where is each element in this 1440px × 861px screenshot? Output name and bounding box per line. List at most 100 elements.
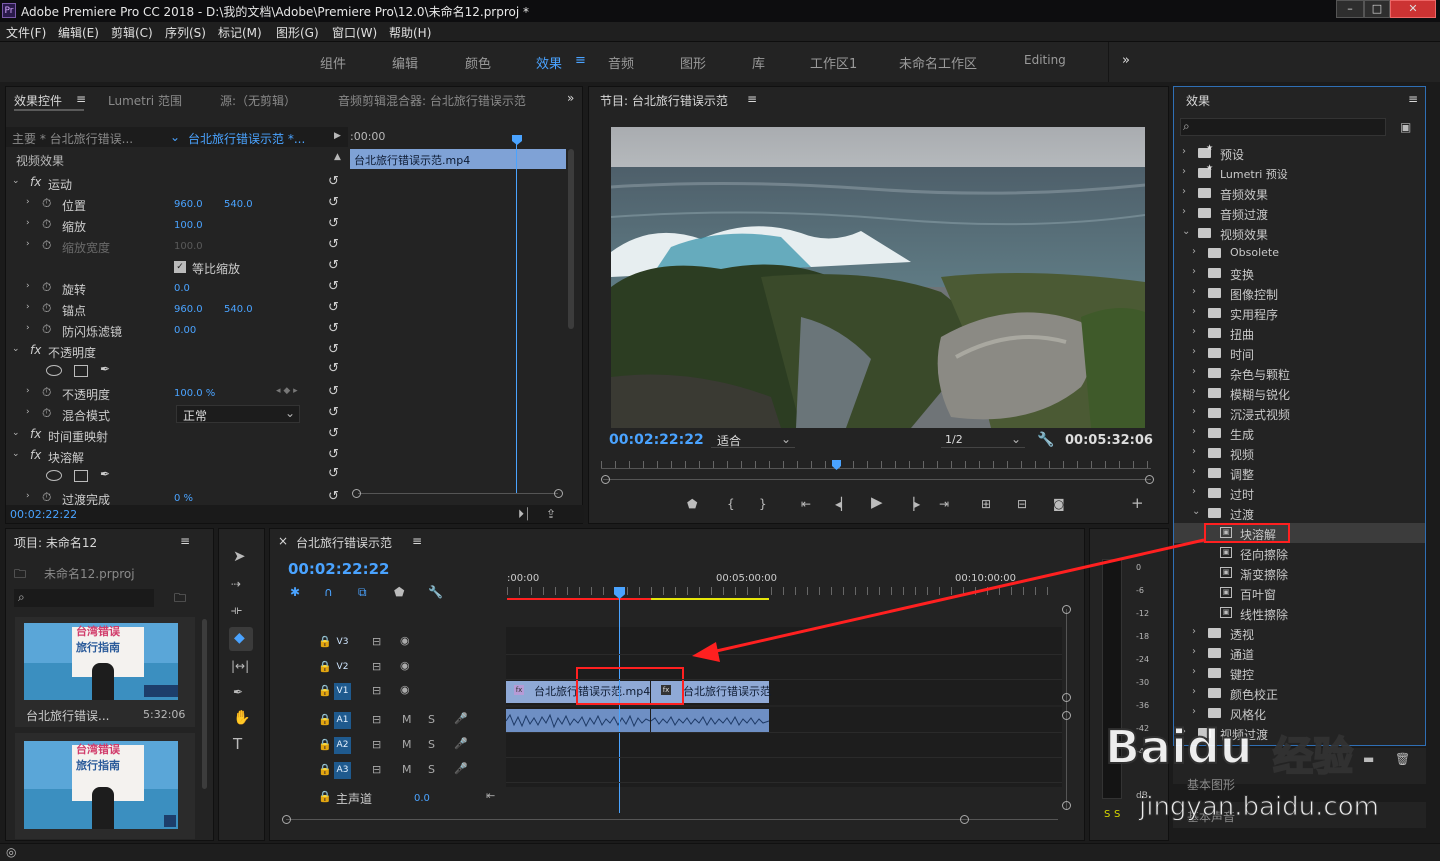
essential-graphics-tab[interactable]: 基本图形 xyxy=(1187,776,1235,793)
effects-title[interactable]: 效果 xyxy=(1186,92,1210,109)
chevron-right-icon[interactable]: › xyxy=(1192,686,1196,697)
chevron-right-icon[interactable]: › xyxy=(1192,266,1196,277)
maximize-button[interactable]: □ xyxy=(1364,0,1390,18)
sync-lock-icon[interactable]: ⊟ xyxy=(372,660,381,673)
menu-edit[interactable]: 编辑(E) xyxy=(58,24,99,41)
pen-mask-icon[interactable]: ✒ xyxy=(100,467,110,481)
program-video-frame[interactable] xyxy=(611,127,1145,428)
play-icon[interactable]: ▶ xyxy=(871,495,883,510)
project-title[interactable]: 项目: 未命名12 xyxy=(14,534,97,551)
keyframe-nav-icon[interactable]: ◂ ◆ ▸ xyxy=(276,386,298,396)
ec-row[interactable]: › ⏱ 混合模式 正常 ⌄ ↺ xyxy=(6,404,348,424)
mute-icon[interactable]: M xyxy=(402,763,412,776)
effects-tree-item[interactable]: ⌄ 视频效果 xyxy=(1174,223,1425,243)
audio-clip-1[interactable] xyxy=(506,709,650,733)
effects-tree-item[interactable]: › 透视 xyxy=(1174,623,1425,643)
stopwatch-icon[interactable]: ⏱ xyxy=(42,385,51,400)
snap-nest-icon[interactable]: ✱ xyxy=(290,585,300,599)
lock-icon[interactable]: 🔒 xyxy=(318,635,332,648)
stopwatch-icon[interactable]: ⏱ xyxy=(42,280,51,295)
master-clip-label[interactable]: 主要 * 台北旅行错误... xyxy=(12,130,133,147)
effects-menu-icon[interactable]: ≡ xyxy=(1408,92,1418,106)
effects-tree-item[interactable]: ▣ 线性擦除 xyxy=(1174,603,1425,623)
pen-mask-icon[interactable]: ✒ xyxy=(100,362,110,376)
stopwatch-icon[interactable]: ⏱ xyxy=(42,238,51,253)
workspace-assembly[interactable]: 组件 xyxy=(320,53,346,72)
lock-icon[interactable]: 🔒 xyxy=(318,738,332,751)
effects-tree-item[interactable]: › 音频过渡 xyxy=(1174,203,1425,223)
program-menu-icon[interactable]: ≡ xyxy=(747,92,757,106)
ec-value[interactable]: 0 % xyxy=(174,493,193,504)
go-to-end-icon[interactable]: ⇤ xyxy=(486,789,495,802)
mark-out-icon[interactable]: } xyxy=(759,497,767,511)
extract-icon[interactable]: ⊟ xyxy=(1017,497,1027,511)
fx-icon[interactable]: fx xyxy=(30,427,41,441)
effects-tree-item[interactable]: › 生成 xyxy=(1174,423,1425,443)
project-clip-card[interactable]: 台湾错误 旅行指南 台北旅行错误... 5:32:06 xyxy=(15,617,195,727)
ec-value[interactable]: 100.0 xyxy=(174,241,203,252)
chevron-right-icon[interactable]: › xyxy=(1192,706,1196,717)
workspace-libraries[interactable]: 库 xyxy=(752,53,765,72)
effects-tree-item[interactable]: › 过时 xyxy=(1174,483,1425,503)
essential-sound-tab[interactable]: 基本声音 xyxy=(1187,808,1235,825)
ec-row[interactable]: › ⏱ 防闪烁滤镜 0.00 ↺ xyxy=(6,320,348,340)
sequence-clip-label[interactable]: 台北旅行错误示范 *... xyxy=(188,130,305,147)
solo-icon[interactable]: S xyxy=(428,713,435,726)
sync-lock-icon[interactable]: ⊟ xyxy=(372,713,381,726)
collapse-triangle-icon[interactable]: ▲ xyxy=(334,152,341,162)
rectangle-mask-icon[interactable] xyxy=(74,365,88,377)
chevron-right-icon[interactable]: › xyxy=(1192,446,1196,457)
razor-tool-button[interactable]: ◆ xyxy=(229,627,253,651)
timeline-hscroll[interactable] xyxy=(286,819,1058,820)
stopwatch-icon[interactable]: ⏱ xyxy=(42,490,51,505)
effects-tree-item[interactable]: › 视频 xyxy=(1174,443,1425,463)
expand-icon[interactable]: › xyxy=(26,323,30,333)
export-icon[interactable]: ⇪ xyxy=(546,507,556,521)
sync-lock-icon[interactable]: ⊟ xyxy=(372,635,381,648)
effects-tree-item[interactable]: › 调整 xyxy=(1174,463,1425,483)
chevron-right-icon[interactable]: › xyxy=(1192,326,1196,337)
effects-tree-item[interactable]: › 音频效果 xyxy=(1174,183,1425,203)
ec-value[interactable]: 960.0 xyxy=(174,199,203,210)
ec-timecode[interactable]: 00:02:22:22 xyxy=(10,508,77,521)
fit-dropdown[interactable]: 适合 ⌄ xyxy=(711,431,795,448)
chevron-icon[interactable]: ⌄ xyxy=(12,344,20,354)
project-search-input[interactable]: ⌕ xyxy=(14,589,154,607)
track-target-button[interactable]: A1 xyxy=(334,712,351,729)
reset-icon[interactable]: ↺ xyxy=(328,466,339,481)
stopwatch-icon[interactable]: ⏱ xyxy=(42,406,51,421)
stopwatch-icon[interactable]: ⏱ xyxy=(42,301,51,316)
project-menu-icon[interactable]: ≡ xyxy=(180,534,190,548)
solo-left[interactable]: S xyxy=(1104,809,1110,820)
reset-icon[interactable]: ↺ xyxy=(328,216,339,231)
workspace-menu-icon[interactable]: ≡ xyxy=(575,53,586,68)
tab-menu-icon[interactable]: ≡ xyxy=(76,92,86,106)
track-target-button[interactable]: A3 xyxy=(334,762,351,779)
track-target-button[interactable]: V3 xyxy=(334,634,351,651)
project-clip-card-2[interactable]: 台湾错误 旅行指南 xyxy=(15,733,195,839)
workspace-editing[interactable]: 编辑 xyxy=(392,53,418,72)
expand-icon[interactable]: › xyxy=(26,197,30,207)
menu-sequence[interactable]: 序列(S) xyxy=(165,24,206,41)
ec-value[interactable]: 960.0 xyxy=(174,304,203,315)
reset-icon[interactable]: ↺ xyxy=(328,321,339,336)
ec-row[interactable]: ⌄ fx 时间重映射 ↺ xyxy=(6,425,348,445)
expand-icon[interactable]: › xyxy=(26,386,30,396)
effects-tree-item[interactable]: › 图像控制 xyxy=(1174,283,1425,303)
effects-tree-item[interactable]: ▣ 径向擦除 xyxy=(1174,543,1425,563)
lift-icon[interactable]: ⊞ xyxy=(981,497,991,511)
program-zoom-left[interactable] xyxy=(601,475,610,484)
master-track-value[interactable]: 0.0 xyxy=(414,793,430,804)
track-target-button[interactable]: V1 xyxy=(334,683,351,700)
step-back-icon[interactable]: ◂▏ xyxy=(835,497,850,511)
program-timecode[interactable]: 00:02:22:22 xyxy=(609,432,704,448)
effects-tree-item[interactable]: ⌄ 过渡 xyxy=(1174,503,1425,523)
timeline-vscroll[interactable] xyxy=(1066,609,1067,809)
ec-row[interactable]: › ⏱ 过渡完成 0 % ↺ xyxy=(6,488,348,508)
microphone-icon[interactable]: 🎤 xyxy=(454,737,468,750)
chevron-right-icon[interactable]: › xyxy=(1192,346,1196,357)
mute-icon[interactable]: M xyxy=(402,738,412,751)
checkbox-icon[interactable]: ✓ xyxy=(174,261,186,273)
ec-row[interactable]: ⌄ fx 运动 ↺ xyxy=(6,173,348,193)
effects-tree-item[interactable]: › 实用程序 xyxy=(1174,303,1425,323)
